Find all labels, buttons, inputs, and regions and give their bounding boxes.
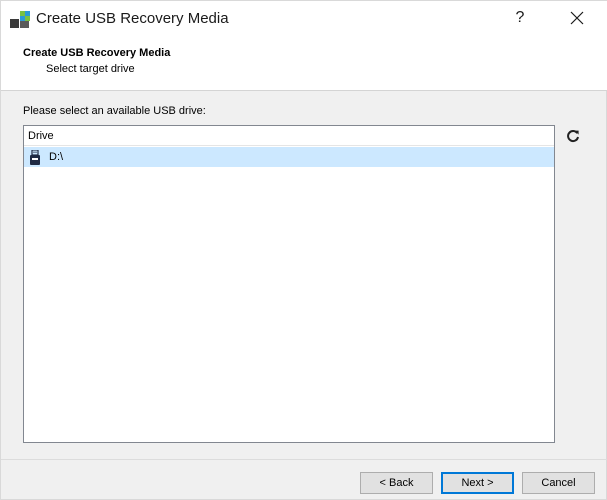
refresh-icon[interactable] bbox=[564, 127, 582, 145]
drive-prompt: Please select an available USB drive: bbox=[23, 105, 206, 117]
wizard-header: Create USB Recovery Media Select target … bbox=[1, 37, 607, 91]
cancel-button[interactable]: Cancel bbox=[522, 472, 595, 494]
back-button[interactable]: < Back bbox=[360, 472, 433, 494]
usb-drive-icon bbox=[30, 150, 40, 165]
close-icon[interactable] bbox=[564, 5, 590, 31]
footer-separator bbox=[1, 459, 607, 460]
help-button[interactable]: ? bbox=[507, 5, 533, 31]
drive-label: D:\ bbox=[49, 151, 64, 163]
title-bar: Create USB Recovery Media ? bbox=[1, 1, 607, 37]
window-title: Create USB Recovery Media bbox=[36, 10, 229, 27]
header-title: Create USB Recovery Media bbox=[23, 47, 171, 59]
column-header-drive[interactable]: Drive bbox=[24, 126, 554, 146]
next-button[interactable]: Next > bbox=[441, 472, 514, 494]
drive-list[interactable]: Drive D:\ bbox=[23, 125, 555, 443]
drive-row[interactable]: D:\ bbox=[24, 147, 554, 167]
wizard-window: Create USB Recovery Media ? Create USB R… bbox=[0, 0, 607, 500]
column-header-label: Drive bbox=[28, 130, 54, 142]
header-subtitle: Select target drive bbox=[46, 63, 135, 75]
app-icon bbox=[10, 11, 30, 28]
